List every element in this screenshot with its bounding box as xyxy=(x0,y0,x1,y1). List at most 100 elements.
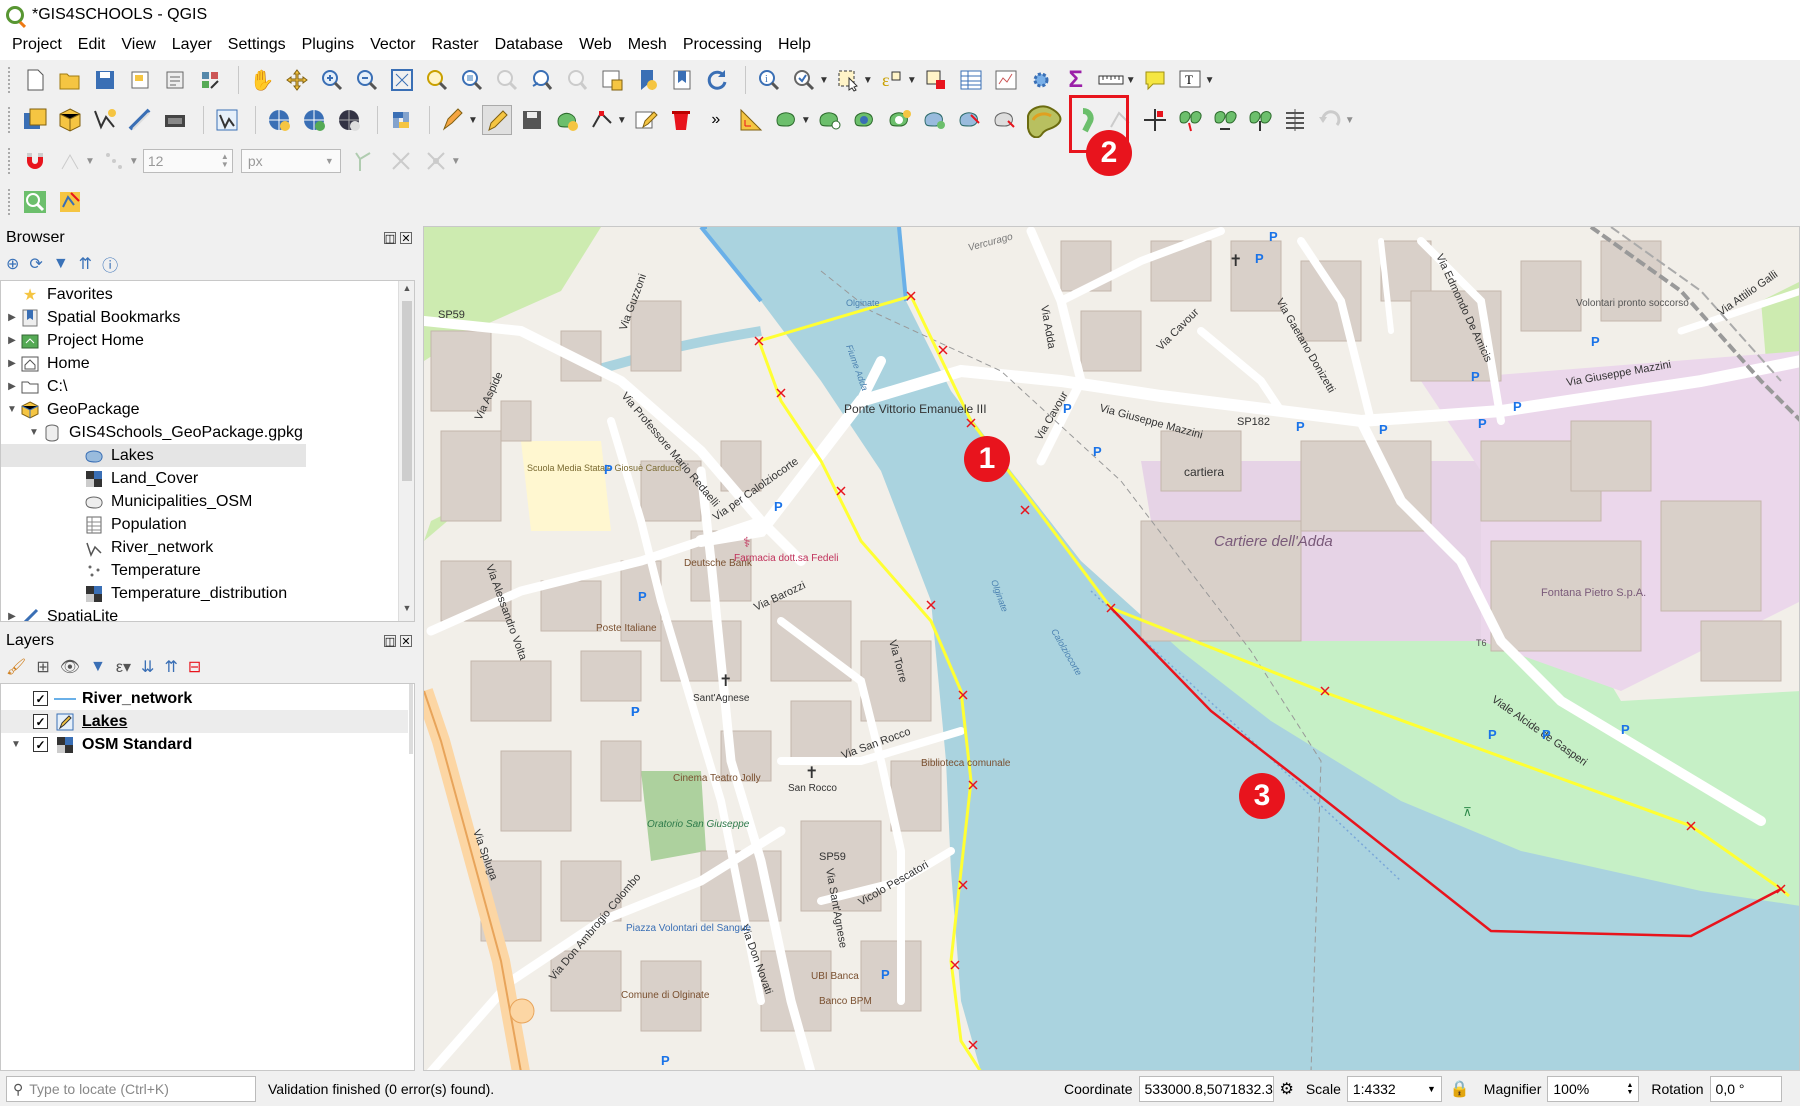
select-by-expression-icon[interactable]: ε xyxy=(877,65,907,95)
reshape-features-icon[interactable] xyxy=(955,105,985,135)
chevron-down-icon[interactable]: ▼ xyxy=(863,75,873,86)
map-svg[interactable]: SP59 SP59 SP182 Ponte Vittorio Emanuele … xyxy=(424,227,1800,1071)
merge-attributes-icon[interactable] xyxy=(1210,105,1240,135)
locate-search-input[interactable]: ⚲ Type to locate (Ctrl+K) xyxy=(6,1076,256,1102)
collapse-icon[interactable]: ▼ xyxy=(27,427,41,438)
chevron-down-icon[interactable]: ▼ xyxy=(129,156,139,167)
run-feature-action-icon[interactable] xyxy=(789,65,819,95)
zoom-in-icon[interactable] xyxy=(317,65,347,95)
toolbar-grip[interactable] xyxy=(8,189,12,215)
current-edits-icon[interactable] xyxy=(438,105,468,135)
browser-item-lakes[interactable]: Lakes xyxy=(1,444,306,467)
menu-plugins[interactable]: Plugins xyxy=(294,30,362,60)
toolbar-grip[interactable] xyxy=(8,67,12,93)
chevron-down-icon[interactable]: ▼ xyxy=(907,75,917,86)
processing-toolbox-icon[interactable] xyxy=(1026,65,1056,95)
collapse-all-icon[interactable]: ⇈ xyxy=(79,254,92,274)
collapse-icon[interactable]: ▼ xyxy=(5,404,19,415)
undo-icon[interactable] xyxy=(1315,105,1345,135)
chevron-down-icon[interactable]: ▼ xyxy=(819,75,829,86)
chevron-down-icon[interactable]: ▼ xyxy=(1205,75,1215,86)
toggle-extents-icon[interactable]: ⚙ xyxy=(1280,1079,1294,1099)
menu-processing[interactable]: Processing xyxy=(675,30,770,60)
select-features-icon[interactable] xyxy=(833,65,863,95)
zoom-to-selection-icon[interactable] xyxy=(422,65,452,95)
expand-icon[interactable]: ▶ xyxy=(5,358,19,369)
browser-scrollbar[interactable]: ▲ ▼ xyxy=(398,281,414,621)
new-project-icon[interactable] xyxy=(20,65,50,95)
merge-features-icon[interactable] xyxy=(1175,105,1205,135)
python-console-icon[interactable] xyxy=(386,105,416,135)
measure-line-icon[interactable] xyxy=(1096,65,1126,95)
open-project-icon[interactable] xyxy=(55,65,85,95)
rotation-field[interactable]: 0,0 ° xyxy=(1709,1076,1782,1102)
snapping-tolerance-stepper[interactable]: 12 ▲ ▼ xyxy=(142,149,233,173)
delete-ring-icon[interactable] xyxy=(885,105,915,135)
browser-item-municipalities[interactable]: Municipalities_OSM xyxy=(83,490,252,513)
new-bookmark-icon[interactable] xyxy=(632,65,662,95)
browser-item-river-network[interactable]: River_network xyxy=(83,536,213,559)
topology-checker-icon[interactable] xyxy=(55,187,85,217)
toolbar-grip[interactable] xyxy=(8,107,12,133)
snapping-intersection-icon[interactable] xyxy=(386,146,416,176)
menu-help[interactable]: Help xyxy=(770,30,819,60)
text-annotation-icon[interactable]: T xyxy=(1175,65,1205,95)
float-panel-icon[interactable]: ◫ xyxy=(384,635,396,648)
align-features-icon[interactable] xyxy=(1280,105,1310,135)
self-snapping-icon[interactable] xyxy=(421,146,451,176)
expand-icon[interactable]: ▶ xyxy=(5,312,19,323)
lock-icon[interactable]: 🔒 xyxy=(1450,1079,1470,1099)
check-geometries-icon[interactable] xyxy=(20,187,50,217)
menu-database[interactable]: Database xyxy=(487,30,572,60)
add-ring-icon[interactable] xyxy=(771,105,801,135)
new-shapefile-layer-icon[interactable] xyxy=(90,105,120,135)
zoom-out-icon[interactable] xyxy=(352,65,382,95)
toggle-editing-icon[interactable] xyxy=(481,105,512,135)
browser-item-project-home[interactable]: ▶ Project Home xyxy=(5,329,144,352)
add-selected-layers-icon[interactable]: ⊕ xyxy=(6,254,19,274)
field-calculator-icon[interactable] xyxy=(991,65,1021,95)
expand-all-icon[interactable]: ⇊ xyxy=(141,657,154,677)
layer-visibility-checkbox[interactable]: ✓ xyxy=(33,714,48,729)
close-panel-icon[interactable]: ✕ xyxy=(400,635,412,648)
pan-to-selection-icon[interactable] xyxy=(282,65,312,95)
stepper-arrows-icon[interactable]: ▲ ▼ xyxy=(221,153,232,169)
chevron-down-icon[interactable]: ▼ xyxy=(85,156,95,167)
manage-visibility-icon[interactable]: 👁 xyxy=(60,657,80,677)
menu-web[interactable]: Web xyxy=(571,30,620,60)
add-polygon-feature-icon[interactable] xyxy=(552,105,582,135)
identify-features-icon[interactable]: i xyxy=(754,65,784,95)
browser-item-temperature[interactable]: Temperature xyxy=(83,559,201,582)
layer-lakes[interactable]: ✓ Lakes xyxy=(1,710,411,733)
scrollbar-thumb[interactable] xyxy=(409,684,413,754)
new-map-view-icon[interactable] xyxy=(597,65,627,95)
menu-mesh[interactable]: Mesh xyxy=(620,30,675,60)
add-group-icon[interactable]: ⊞ xyxy=(36,657,49,677)
vertex-tool-icon[interactable] xyxy=(587,105,617,135)
deselect-all-icon[interactable] xyxy=(921,65,951,95)
menu-edit[interactable]: Edit xyxy=(70,30,114,60)
layer-osm-standard[interactable]: ▼ ✓ OSM Standard xyxy=(1,733,411,756)
magnet-icon[interactable] xyxy=(20,146,50,176)
remove-layer-icon[interactable]: ⊟ xyxy=(188,657,201,677)
scale-select[interactable]: 1:4332 ▼ xyxy=(1346,1076,1442,1102)
browser-item-favorites[interactable]: ★ Favorites xyxy=(5,283,113,306)
browser-item-spatial-bookmarks[interactable]: ▶ Spatial Bookmarks xyxy=(5,306,180,329)
delete-selected-icon[interactable] xyxy=(666,105,696,135)
refresh-icon[interactable]: ⟳ xyxy=(29,254,42,274)
layout-manager-icon[interactable] xyxy=(160,65,190,95)
save-edits-icon[interactable] xyxy=(517,105,547,135)
layers-scrollbar[interactable] xyxy=(408,684,414,1070)
digitize-vector-icon[interactable] xyxy=(212,105,242,135)
add-polygon-shape-icon[interactable] xyxy=(1025,100,1065,140)
browser-item-geopackage[interactable]: ▼ GeoPackage xyxy=(5,398,140,421)
menu-project[interactable]: Project xyxy=(4,30,70,60)
scrollbar-thumb[interactable] xyxy=(402,301,412,481)
offset-curve-icon[interactable] xyxy=(990,105,1020,135)
scroll-down-icon[interactable]: ▼ xyxy=(399,603,414,619)
collapse-icon[interactable]: ▼ xyxy=(9,739,23,750)
modify-attributes-icon[interactable] xyxy=(631,105,661,135)
coordinate-field[interactable]: 533000.8,5071832.3 xyxy=(1138,1076,1274,1102)
topological-editing-icon[interactable] xyxy=(351,146,381,176)
browser-item-temperature-distribution[interactable]: Temperature_distribution xyxy=(83,582,287,605)
